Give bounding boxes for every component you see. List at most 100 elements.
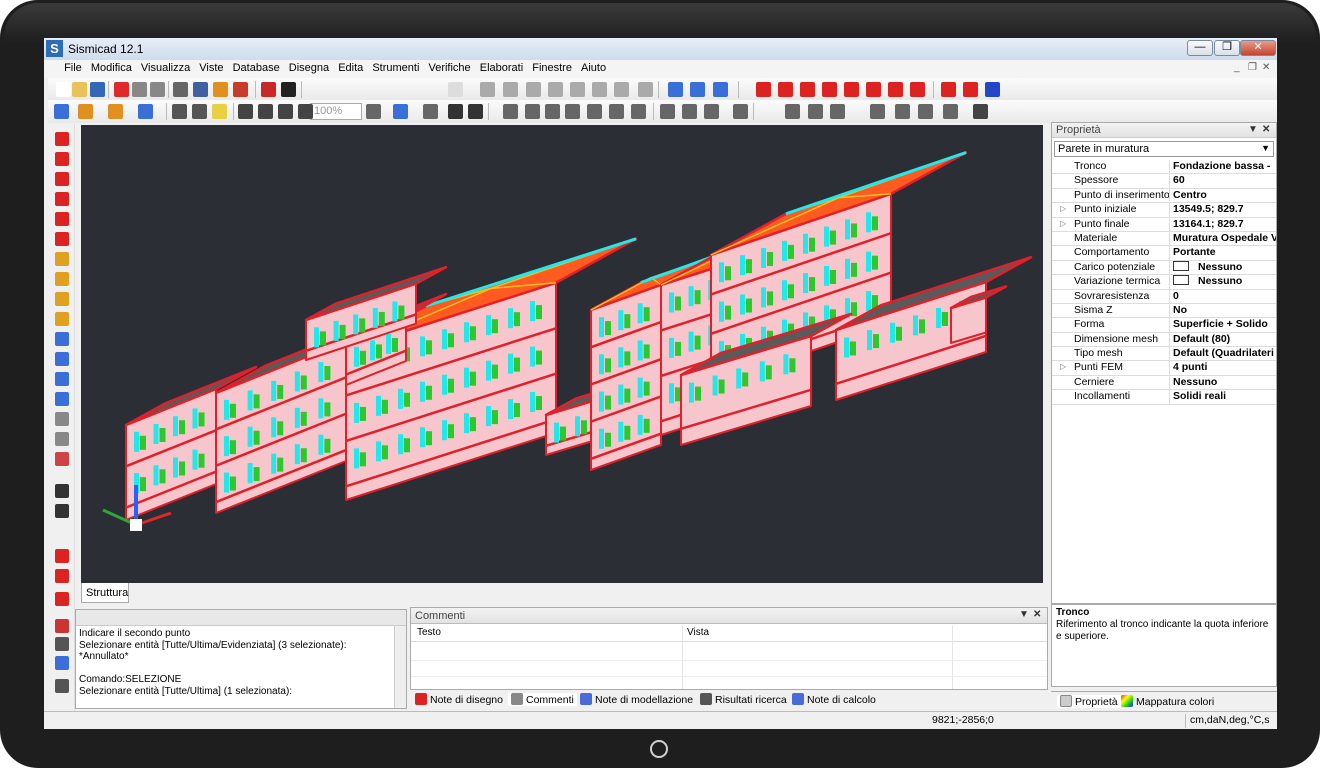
tab-commenti[interactable]: Commenti [508,693,577,706]
floppy-icon[interactable] [55,619,69,633]
structure-tool-icon[interactable] [55,152,69,166]
property-row[interactable]: Comportamento Portante [1052,246,1276,261]
col-testo[interactable]: Testo [417,627,441,638]
bricks-icon[interactable] [785,104,800,119]
property-row[interactable]: Dimensione mesh Default (80) [1052,332,1276,348]
structure-tool-icon[interactable] [55,192,69,206]
col-vista[interactable]: Vista [687,627,709,638]
material-icon[interactable] [213,82,228,97]
property-row[interactable]: Variazione termica Nessuno [1052,275,1276,290]
property-value[interactable]: 0 [1170,290,1276,303]
check-icon[interactable] [668,82,683,97]
zoom-in-icon[interactable] [278,104,293,119]
gear-icon[interactable] [78,104,93,119]
property-row[interactable]: ▷ Punti FEM 4 punti [1052,361,1276,376]
property-value[interactable]: No [1170,304,1276,317]
zoom-window-icon[interactable] [238,104,253,119]
property-row[interactable]: Incollamenti Solidi reali [1052,390,1276,405]
checkmark-icon[interactable] [973,104,988,119]
bricks2-icon[interactable] [808,104,823,119]
3d-viewport[interactable] [81,125,1043,583]
level-icon[interactable] [866,82,881,97]
close-button[interactable]: ✕ [1240,40,1276,56]
line-icon[interactable] [55,549,69,563]
property-row[interactable]: Sisma Z No [1052,303,1276,319]
save-icon[interactable] [90,82,105,97]
roof-icon[interactable] [587,104,602,119]
property-value[interactable]: 60 [1170,174,1276,187]
property-row[interactable]: Materiale Muratura Ospedale V [1052,231,1276,247]
close-icon[interactable]: ✕ [1262,124,1270,135]
structure-tool-icon[interactable] [55,372,69,386]
menu-file[interactable]: File [61,60,85,76]
menu-visualizza[interactable]: Visualizza [138,60,193,76]
grid-icon[interactable] [480,82,495,97]
structure-tool-icon[interactable] [55,412,69,426]
multi-arrow-icon[interactable] [55,504,69,518]
lines-icon[interactable] [570,82,585,97]
layers-icon[interactable] [138,104,153,119]
tab-struttura[interactable]: Struttura [81,583,129,603]
menu-elaborati[interactable]: Elaborati [477,60,526,76]
property-value[interactable]: 13164.1; 829.7 [1170,218,1276,231]
stack-icon[interactable] [690,82,705,97]
view2-icon[interactable] [525,104,540,119]
arrow-down-icon[interactable] [55,484,69,498]
shade2-icon[interactable] [895,104,910,119]
menu-viste[interactable]: Viste [196,60,226,76]
structure-tool-icon[interactable] [55,432,69,446]
solid-icon[interactable] [830,104,845,119]
window-icon[interactable] [448,82,463,97]
frame-icon[interactable] [638,82,653,97]
redo-icon[interactable] [150,82,165,97]
slab-icon[interactable] [963,82,978,97]
close-icon[interactable]: ✕ [1033,609,1041,620]
box2-icon[interactable] [733,104,748,119]
property-value[interactable]: 13549.5; 829.7 [1170,203,1276,216]
verify-icon[interactable] [261,82,276,97]
table-icon[interactable] [193,82,208,97]
monitor-icon[interactable] [55,656,69,670]
zoom-out-icon[interactable] [298,104,313,119]
structure-tool-icon[interactable] [55,332,69,346]
menu-modifica[interactable]: Modifica [88,60,135,76]
box-icon[interactable] [592,82,607,97]
globe-icon[interactable] [985,82,1000,97]
filter-icon[interactable] [468,104,483,119]
expand-icon[interactable]: ▷ [1060,219,1066,228]
zoom-input[interactable]: 100% [310,103,362,120]
beam-icon[interactable] [800,82,815,97]
property-value[interactable]: Nessuno [1170,260,1276,274]
property-row[interactable]: Tronco Fondazione bassa - [1052,160,1276,175]
home-view-icon[interactable] [565,104,580,119]
network-icon[interactable] [704,104,719,119]
minimize-button[interactable]: — [1187,40,1213,56]
move-icon[interactable] [756,82,771,97]
property-value[interactable]: 4 punti [1170,361,1276,374]
property-value[interactable]: Nessuno [1170,376,1276,389]
section-icon[interactable] [423,104,438,119]
wall-icon[interactable] [941,82,956,97]
floor-icon[interactable] [609,104,624,119]
tab-note-di-modellazione[interactable]: Note di modellazione [580,693,693,706]
wand-icon[interactable] [910,82,925,97]
truck-icon[interactable] [943,104,958,119]
command-log-scrollbar[interactable] [394,626,406,708]
pin-icon[interactable]: ▼ [1019,609,1029,620]
restore-button[interactable]: ❐ [1214,40,1240,56]
pan-icon[interactable] [366,104,381,119]
zoom-extents-icon[interactable] [258,104,273,119]
property-value[interactable]: Nessuno [1170,275,1276,288]
tools-icon[interactable] [918,104,933,119]
expand-icon[interactable]: ▷ [1060,204,1066,213]
column-icon[interactable] [844,82,859,97]
property-row[interactable]: Forma Superficie + Solido [1052,318,1276,333]
expand-icon[interactable]: ▷ [1060,362,1066,371]
menu-aiuto[interactable]: Aiuto [578,60,609,76]
tab-mappatura-colori[interactable]: Mappatura colori [1121,695,1214,708]
dropper-icon[interactable] [55,637,69,651]
property-row[interactable]: ▷ Punto finale 13164.1; 829.7 [1052,217,1276,232]
tab-note-di-disegno[interactable]: Note di disegno [415,693,503,706]
property-row[interactable]: Tipo mesh Default (Quadrilateri [1052,347,1276,362]
search-icon[interactable] [448,104,463,119]
